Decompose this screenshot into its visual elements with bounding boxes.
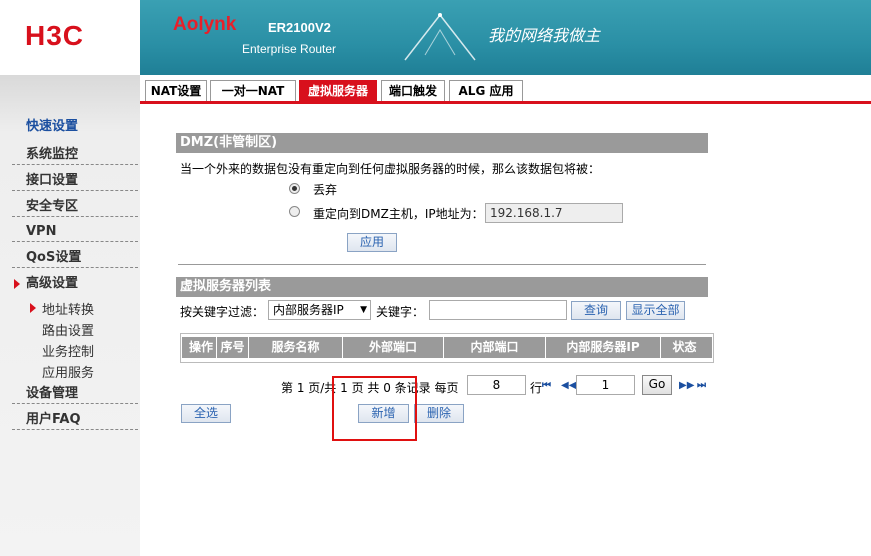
redirect-radio[interactable] (289, 206, 300, 217)
query-button[interactable]: 查询 (571, 301, 621, 320)
discard-radio[interactable] (289, 183, 300, 194)
keyword-label: 关键字： (376, 305, 425, 319)
product-subtitle: Enterprise Router (242, 42, 337, 56)
sidebar-item-advanced[interactable]: 高级设置 (12, 274, 138, 294)
network-decoration-icon (404, 13, 476, 61)
selected-arrow-icon (30, 303, 36, 313)
filter-label: 按关键字过滤： (180, 305, 265, 319)
page-input[interactable]: 1 (576, 375, 635, 395)
show-all-button[interactable]: 显示全部 (626, 301, 685, 320)
model-name: ER2100V2 (268, 20, 331, 35)
dmz-ip-input[interactable]: 192.168.1.7 (485, 203, 623, 223)
sidebar-subitem-nat[interactable]: 地址转换 (42, 299, 94, 318)
brand-name: Aolynk (173, 14, 237, 35)
sidebar-item-interface[interactable]: 接口设置 (12, 171, 138, 191)
filter-select-value: 内部服务器IP (273, 303, 344, 317)
sidebar-item-system-monitor[interactable]: 系统监控 (12, 145, 138, 165)
rows-label: 行 (530, 381, 543, 395)
col-action: 操作 (188, 340, 213, 354)
apply-button[interactable]: 应用 (347, 233, 397, 252)
h3c-logo: H3C (25, 20, 85, 51)
select-all-button[interactable]: 全选 (181, 404, 231, 423)
dmz-description: 当一个外来的数据包没有重定向到任何虚拟服务器的时候，那么该数据包将被： (180, 162, 601, 176)
sidebar-subitem-app-service[interactable]: 应用服务 (42, 362, 94, 381)
redirect-label: 重定向到DMZ主机，IP地址为： (313, 207, 484, 221)
tab-one-to-one-nat[interactable]: 一对一NAT (210, 80, 296, 101)
header-banner: Aolynk ER2100V2 Enterprise Router 我的网络我做… (140, 0, 871, 75)
slogan: 我的网络我做主 (488, 26, 601, 45)
tab-port-trigger[interactable]: 端口触发 (381, 80, 445, 101)
tab-virtual-server[interactable]: 虚拟服务器 (299, 80, 377, 101)
chevron-down-icon: ▼ (360, 305, 367, 315)
dmz-section-title: DMZ(非管制区) (176, 133, 708, 153)
highlight-box (332, 376, 417, 441)
sidebar-subitem-service-control[interactable]: 业务控制 (42, 341, 94, 360)
col-index: 序号 (216, 337, 248, 358)
delete-button[interactable]: 删除 (414, 404, 464, 423)
logo-area: H3C (0, 0, 140, 75)
sidebar-item-qos[interactable]: QoS设置 (12, 248, 138, 268)
sidebar-item-security[interactable]: 安全专区 (12, 197, 138, 217)
sidebar-item-faq[interactable]: 用户FAQ (12, 410, 138, 430)
per-page-input[interactable]: 8 (467, 375, 526, 395)
sidebar-subitem-routing[interactable]: 路由设置 (42, 320, 94, 339)
sidebar-item-vpn[interactable]: VPN (12, 222, 138, 242)
first-page-icon[interactable]: ⏮ (542, 380, 551, 391)
keyword-input[interactable] (429, 300, 567, 320)
col-internal-ip: 内部服务器IP (545, 337, 660, 358)
col-service-name: 服务名称 (248, 337, 342, 358)
go-button[interactable]: Go (642, 375, 672, 395)
tab-nat[interactable]: NAT设置 (145, 80, 207, 101)
next-page-icon[interactable]: ▶▶ (679, 380, 694, 391)
vserver-section-title: 虚拟服务器列表 (176, 277, 708, 297)
col-external-port: 外部端口 (342, 337, 443, 358)
col-status: 状态 (660, 337, 708, 358)
tab-underline (140, 101, 871, 104)
sidebar-item-quick-setup[interactable]: 快速设置 (12, 117, 138, 137)
tab-alg[interactable]: ALG 应用 (449, 80, 523, 101)
last-page-icon[interactable]: ⏭ (697, 380, 706, 391)
section-divider (178, 264, 706, 265)
col-internal-port: 内部端口 (443, 337, 545, 358)
sidebar: 快速设置 系统监控 接口设置 安全专区 VPN QoS设置 高级设置 地址转换 … (0, 75, 140, 556)
discard-label: 丢弃 (313, 183, 338, 197)
sidebar-item-device-mgmt[interactable]: 设备管理 (12, 384, 138, 404)
filter-select[interactable]: 内部服务器IP ▼ (268, 300, 371, 320)
prev-page-icon[interactable]: ◀◀ (561, 380, 576, 391)
